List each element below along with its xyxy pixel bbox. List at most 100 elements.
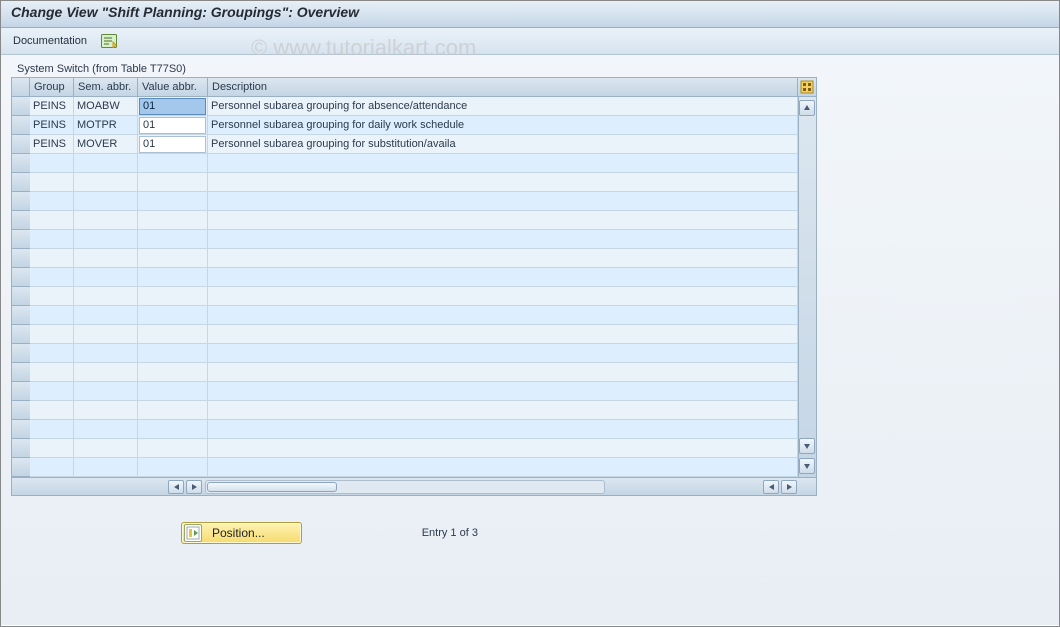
table-row[interactable] [30,268,798,287]
row-selector[interactable] [12,173,30,192]
table-row[interactable] [30,344,798,363]
table-row[interactable] [30,382,798,401]
table-row[interactable] [30,287,798,306]
cell-description [208,154,798,172]
cell-group [30,154,74,172]
cell-group [30,401,74,419]
row-selector[interactable] [12,268,30,287]
row-selector[interactable] [12,306,30,325]
cell-value[interactable] [138,249,208,267]
cell-description [208,382,798,400]
row-selector[interactable] [12,344,30,363]
scroll-down-bottom-icon[interactable] [799,458,815,474]
row-selector[interactable] [12,154,30,173]
table-row[interactable] [30,363,798,382]
grid-body: PEINSMOABW01Personnel subarea grouping f… [12,97,816,477]
cell-value[interactable]: 01 [138,135,208,153]
scroll-up-icon[interactable] [799,100,815,116]
cell-value[interactable] [138,230,208,248]
column-header-sem[interactable]: Sem. abbr. [74,78,138,96]
row-selector[interactable] [12,287,30,306]
hscroll-thumb[interactable] [207,482,337,492]
row-selector[interactable] [12,116,30,135]
row-selector[interactable] [12,97,30,116]
cell-sem [74,458,138,476]
table-row[interactable] [30,173,798,192]
cell-description: Personnel subarea grouping for absence/a… [208,97,798,115]
cell-sem [74,344,138,362]
row-selector[interactable] [12,211,30,230]
vertical-scrollbar[interactable] [798,97,816,477]
row-selector[interactable] [12,192,30,211]
row-selector[interactable] [12,249,30,268]
table-row[interactable] [30,458,798,477]
table-row[interactable] [30,401,798,420]
cell-sem [74,325,138,343]
cell-group: PEINS [30,135,74,153]
row-selector[interactable] [12,439,30,458]
cell-group [30,306,74,324]
row-selector[interactable] [12,363,30,382]
cell-value[interactable] [138,306,208,324]
cell-group: PEINS [30,97,74,115]
cell-group [30,173,74,191]
scroll-left-icon[interactable] [168,480,184,494]
cell-value[interactable] [138,287,208,305]
table-row[interactable] [30,192,798,211]
table-settings-icon[interactable] [798,78,816,96]
table-row[interactable] [30,420,798,439]
cell-value[interactable] [138,458,208,476]
column-header-group[interactable]: Group [30,78,74,96]
cell-value[interactable] [138,173,208,191]
table-row[interactable] [30,325,798,344]
cell-group [30,344,74,362]
cell-value[interactable] [138,401,208,419]
horizontal-scrollbar[interactable] [12,477,816,495]
table-row[interactable] [30,230,798,249]
cell-sem [74,173,138,191]
cell-value[interactable] [138,363,208,381]
cell-value[interactable] [138,420,208,438]
table-row[interactable] [30,211,798,230]
cell-value[interactable] [138,154,208,172]
cell-group [30,439,74,457]
cell-value[interactable] [138,344,208,362]
row-selector[interactable] [12,135,30,154]
cell-description [208,401,798,419]
table-row[interactable] [30,306,798,325]
column-header-val[interactable]: Value abbr. [138,78,208,96]
cell-description: Personnel subarea grouping for daily wor… [208,116,798,134]
cell-group [30,458,74,476]
table-row[interactable]: PEINSMOVER01Personnel subarea grouping f… [30,135,798,154]
row-selector[interactable] [12,230,30,249]
row-selector[interactable] [12,401,30,420]
cell-value[interactable] [138,211,208,229]
cell-value[interactable] [138,268,208,286]
cell-value[interactable]: 01 [138,97,208,115]
table-row[interactable]: PEINSMOABW01Personnel subarea grouping f… [30,97,798,116]
documentation-label[interactable]: Documentation [13,35,87,47]
scroll-right-icon[interactable] [186,480,202,494]
row-selector[interactable] [12,382,30,401]
table-row[interactable] [30,439,798,458]
hscroll-track[interactable] [205,480,605,494]
position-button[interactable]: Position... [181,522,302,544]
documentation-icon[interactable] [101,33,117,49]
table-row[interactable] [30,249,798,268]
table-row[interactable] [30,154,798,173]
scroll-right-end-icon[interactable] [781,480,797,494]
cell-value[interactable] [138,325,208,343]
cell-value[interactable] [138,382,208,400]
row-selector[interactable] [12,458,30,477]
cell-value[interactable] [138,439,208,457]
table-row[interactable]: PEINSMOTPR01Personnel subarea grouping f… [30,116,798,135]
scroll-left-end-icon[interactable] [763,480,779,494]
cell-value[interactable]: 01 [138,116,208,134]
row-selector[interactable] [12,420,30,439]
panel-title: System Switch (from Table T77S0) [11,63,817,77]
row-selector[interactable] [12,325,30,344]
column-header-selector[interactable] [12,78,30,96]
scroll-down-icon[interactable] [799,438,815,454]
cell-value[interactable] [138,192,208,210]
column-header-desc[interactable]: Description [208,78,798,96]
